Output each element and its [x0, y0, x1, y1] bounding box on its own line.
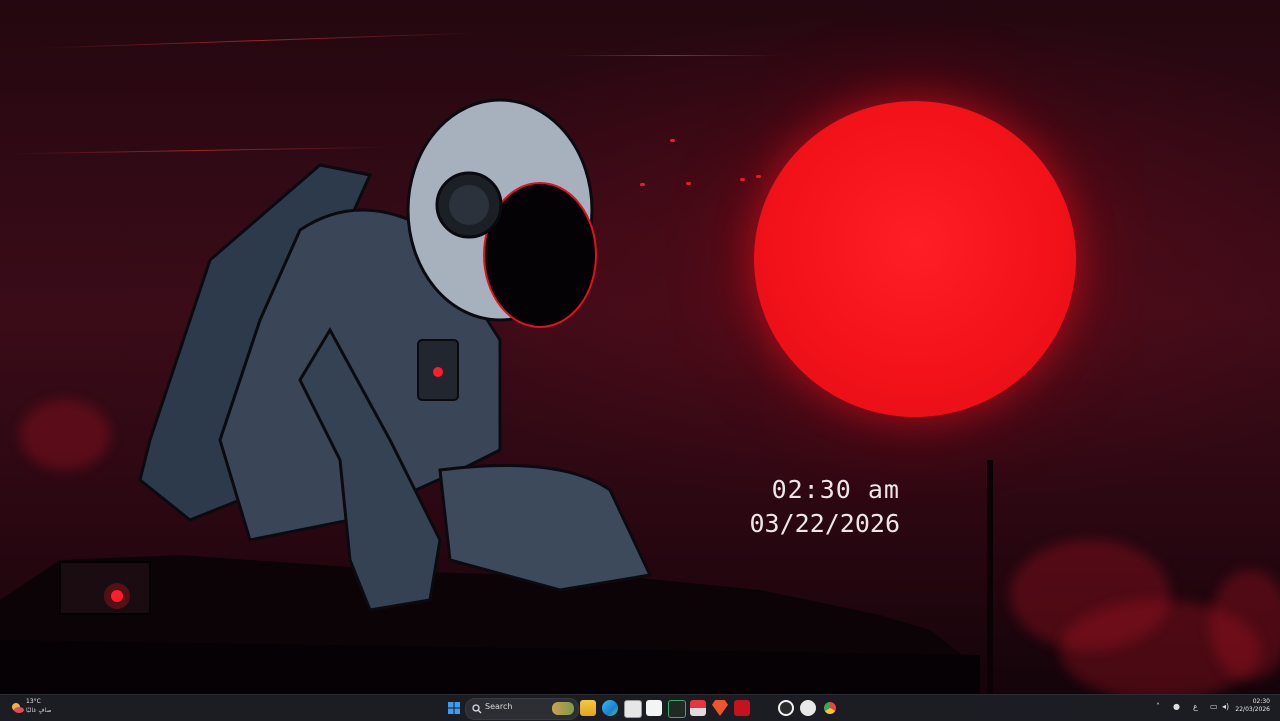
- excel-icon[interactable]: [668, 700, 686, 718]
- network-icon[interactable]: ▭: [1210, 702, 1218, 711]
- weather-temperature: 13°C: [26, 698, 41, 705]
- widget-app-icon[interactable]: [552, 702, 574, 715]
- chevron-up-icon[interactable]: ˄: [1156, 702, 1160, 711]
- obs-icon[interactable]: [778, 700, 794, 716]
- system-date: 22/03/2026: [1235, 706, 1270, 713]
- acrobat-icon[interactable]: [734, 700, 750, 716]
- steam-icon[interactable]: [800, 700, 816, 716]
- taskbar: 13°C صافٍ غالبًا Search ˄ ● ع ▭ ◂) 02:30…: [0, 694, 1280, 721]
- input-language[interactable]: ع: [1193, 702, 1198, 711]
- edge-browser-icon[interactable]: [602, 700, 618, 716]
- partly-cloudy-icon: [12, 703, 24, 713]
- brave-browser-icon[interactable]: [712, 700, 728, 716]
- calendar-app-icon[interactable]: [624, 700, 642, 718]
- astronaut-illustration: [0, 98, 980, 694]
- desktop-wallpaper: 02:30 am 03/22/2026: [0, 0, 1280, 694]
- microphone-icon[interactable]: ●: [1173, 702, 1180, 711]
- clock-time: 02:30 am: [771, 475, 900, 504]
- system-time: 02:30: [1252, 698, 1270, 705]
- weather-condition: صافٍ غالبًا: [26, 707, 52, 714]
- windows-start-icon[interactable]: [446, 700, 462, 716]
- desktop-clock-widget: 02:30 am 03/22/2026: [700, 474, 900, 542]
- volume-icon[interactable]: ◂): [1222, 702, 1229, 711]
- search-placeholder: Search: [485, 702, 513, 711]
- clock-date: 03/22/2026: [749, 509, 900, 538]
- search-icon: [472, 704, 482, 714]
- chrome-icon[interactable]: [822, 700, 838, 716]
- taskbar-search-box[interactable]: Search: [465, 698, 579, 720]
- system-clock[interactable]: 02:30 22/03/2026: [1235, 698, 1270, 714]
- notepad-icon[interactable]: [646, 700, 662, 716]
- media-app-icon[interactable]: [690, 700, 706, 716]
- file-explorer-icon[interactable]: [580, 700, 596, 716]
